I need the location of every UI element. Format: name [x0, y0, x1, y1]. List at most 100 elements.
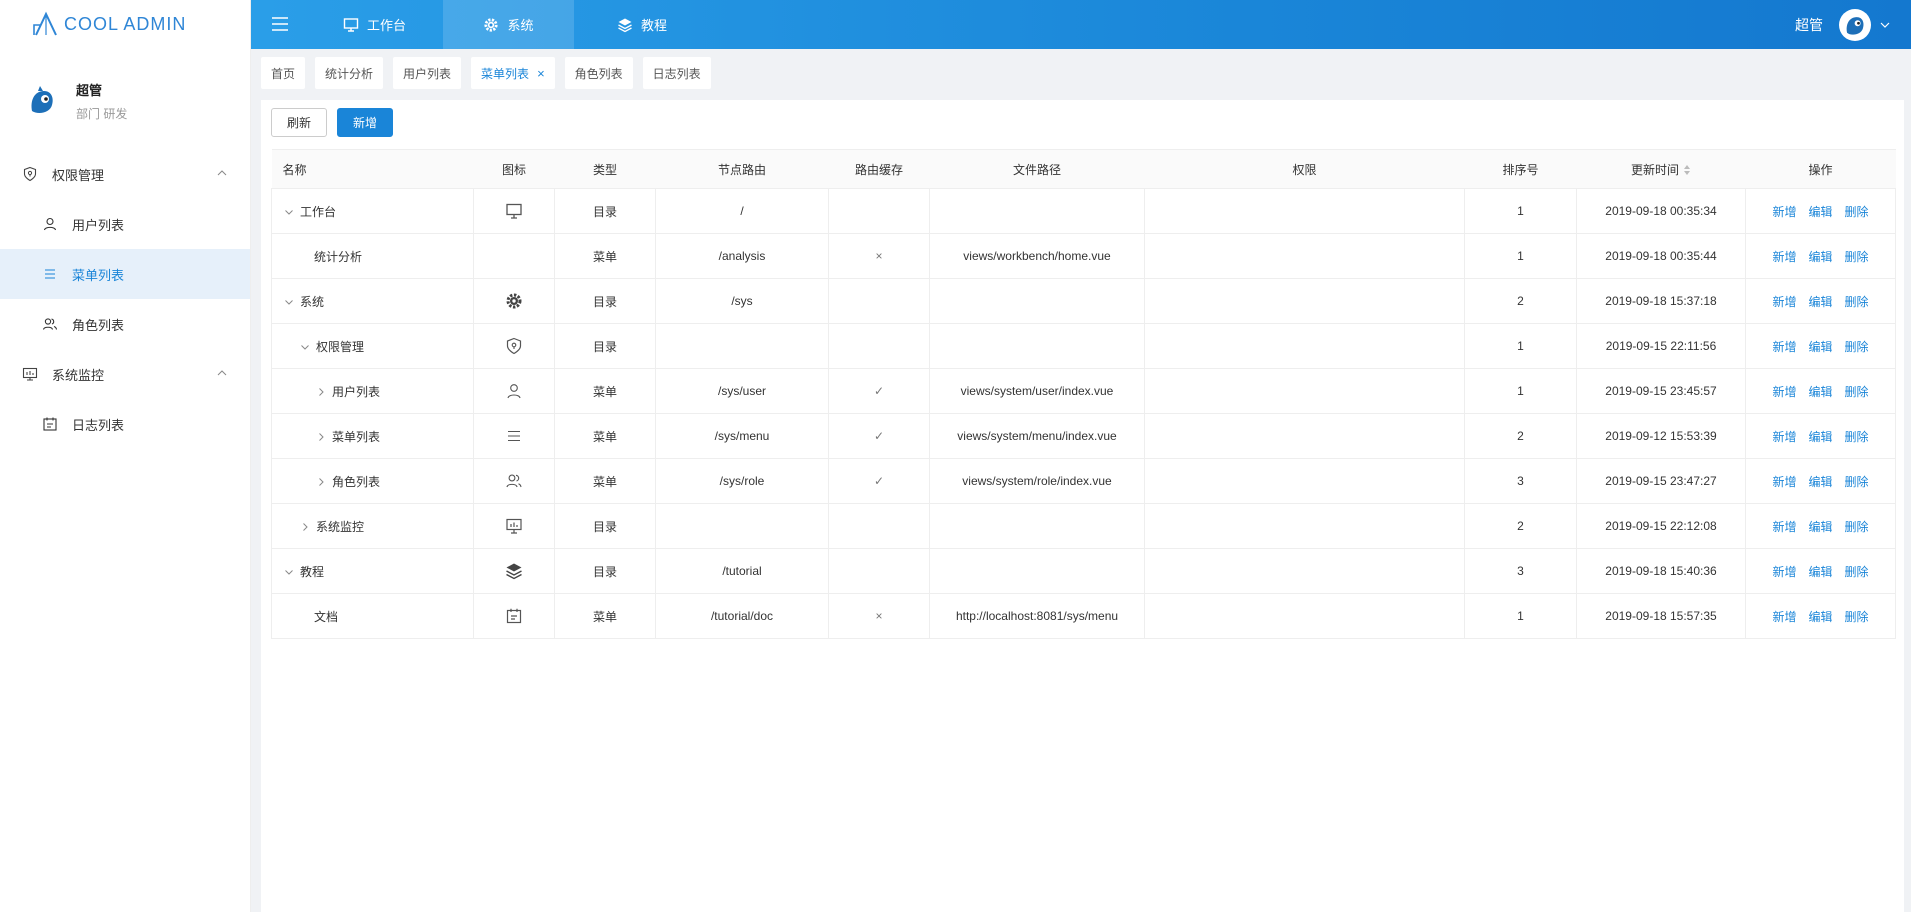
- cell-name: 权限管理: [271, 323, 474, 369]
- sidebar-item-user-list[interactable]: 用户列表: [0, 199, 250, 249]
- row-name: 文档: [314, 609, 339, 624]
- edit-link[interactable]: 编辑: [1808, 430, 1832, 444]
- delete-link[interactable]: 删除: [1845, 565, 1869, 579]
- chevron-down-icon[interactable]: [282, 205, 296, 219]
- cell-name: 系统: [271, 278, 474, 324]
- cell-time: 2019-09-15 23:47:27: [1576, 458, 1746, 504]
- add-link[interactable]: 新增: [1772, 430, 1796, 444]
- hamburger-icon[interactable]: [271, 16, 289, 32]
- add-link[interactable]: 新增: [1772, 565, 1796, 579]
- page-tab-menu-list[interactable]: 菜单列表 ×: [471, 57, 555, 89]
- add-link[interactable]: 新增: [1772, 610, 1796, 624]
- sidebar-group-monitor[interactable]: 系统监控: [0, 349, 250, 399]
- cell-time: 2019-09-15 22:12:08: [1576, 503, 1746, 549]
- delete-link[interactable]: 删除: [1845, 385, 1869, 399]
- sidebar-group-permission[interactable]: 权限管理: [0, 149, 250, 199]
- sort-icon[interactable]: [1683, 164, 1691, 176]
- edit-link[interactable]: 编辑: [1808, 250, 1832, 264]
- cell-time: 2019-09-18 15:57:35: [1576, 593, 1746, 639]
- sidebar-item-menu-list[interactable]: 菜单列表: [0, 249, 250, 299]
- delete-link[interactable]: 删除: [1845, 295, 1869, 309]
- monitor-chart-icon: [505, 518, 523, 534]
- delete-link[interactable]: 删除: [1845, 205, 1869, 219]
- edit-link[interactable]: 编辑: [1808, 565, 1832, 579]
- chevron-right-icon[interactable]: [314, 475, 328, 489]
- edit-link[interactable]: 编辑: [1808, 520, 1832, 534]
- cell-time: 2019-09-18 00:35:44: [1576, 233, 1746, 279]
- close-icon[interactable]: ×: [537, 66, 545, 81]
- refresh-button[interactable]: 刷新: [271, 108, 328, 137]
- calendar-icon: [505, 608, 523, 624]
- cell-route: [655, 503, 829, 549]
- edit-link[interactable]: 编辑: [1808, 340, 1832, 354]
- cell-type: 目录: [554, 503, 656, 549]
- page-tab-analysis[interactable]: 统计分析: [315, 57, 384, 89]
- page-tab-label: 用户列表: [403, 66, 452, 81]
- cell-route: /sys/role: [655, 458, 829, 504]
- add-link[interactable]: 新增: [1772, 250, 1796, 264]
- page-tab-log-list[interactable]: 日志列表: [642, 57, 711, 89]
- delete-link[interactable]: 删除: [1845, 610, 1869, 624]
- delete-link[interactable]: 删除: [1845, 250, 1869, 264]
- column-header-sortable[interactable]: 更新时间: [1576, 149, 1746, 189]
- cell-type: 菜单: [554, 458, 656, 504]
- cell-perm: [1144, 368, 1465, 414]
- cell-type: 目录: [554, 323, 656, 369]
- edit-link[interactable]: 编辑: [1808, 205, 1832, 219]
- chevron-right-icon[interactable]: [314, 385, 328, 399]
- avatar[interactable]: [24, 83, 60, 119]
- cell-path: [929, 278, 1145, 324]
- cell-icon: [473, 188, 555, 234]
- add-link[interactable]: 新增: [1772, 385, 1796, 399]
- page-tab-home[interactable]: 首页: [261, 57, 306, 89]
- top-tab-label: 工作台: [367, 18, 407, 33]
- chevron-right-icon[interactable]: [314, 430, 328, 444]
- cell-order: 1: [1464, 233, 1577, 279]
- cell-route: /: [655, 188, 829, 234]
- add-button[interactable]: 新增: [337, 108, 394, 137]
- logo[interactable]: COOL ADMIN: [0, 0, 250, 49]
- sidebar-item-log-list[interactable]: 日志列表: [0, 399, 250, 449]
- page-tabs: 首页 统计分析 用户列表 菜单列表 × 角色列表 日志列表: [261, 57, 721, 91]
- page-tab-label: 菜单列表: [481, 66, 530, 81]
- cell-order: 3: [1464, 548, 1577, 594]
- edit-link[interactable]: 编辑: [1808, 610, 1832, 624]
- add-link[interactable]: 新增: [1772, 475, 1796, 489]
- chevron-down-icon[interactable]: [282, 295, 296, 309]
- cell-perm: [1144, 278, 1465, 324]
- delete-link[interactable]: 删除: [1845, 475, 1869, 489]
- add-link[interactable]: 新增: [1772, 205, 1796, 219]
- row-name: 工作台: [300, 204, 337, 219]
- page-tab-user-list[interactable]: 用户列表: [393, 57, 462, 89]
- cell-path: views/system/user/index.vue: [929, 368, 1145, 414]
- top-tab-workbench[interactable]: 工作台: [323, 0, 426, 49]
- cell-route: /sys/menu: [655, 413, 829, 459]
- chevron-down-icon[interactable]: [282, 565, 296, 579]
- edit-link[interactable]: 编辑: [1808, 475, 1832, 489]
- top-tab-tutorial[interactable]: 教程: [597, 0, 687, 49]
- cell-actions: 新增 编辑 删除: [1745, 413, 1896, 459]
- add-link[interactable]: 新增: [1772, 340, 1796, 354]
- delete-link[interactable]: 删除: [1845, 340, 1869, 354]
- add-link[interactable]: 新增: [1772, 295, 1796, 309]
- delete-link[interactable]: 删除: [1845, 430, 1869, 444]
- monitor-chart-icon: [22, 366, 38, 382]
- gear-icon: [484, 17, 499, 32]
- user-menu[interactable]: 超管: [1795, 0, 1891, 49]
- chevron-down-icon[interactable]: [298, 340, 312, 354]
- cell-actions: 新增 编辑 删除: [1745, 458, 1896, 504]
- column-header: 路由缓存: [828, 149, 930, 189]
- sidebar-group-label: 系统监控: [52, 367, 105, 383]
- cell-path: [929, 323, 1145, 369]
- table-row: 系统监控 目录 2 2019-09-15 22:12:08 新增 编辑 删除: [271, 503, 1896, 549]
- row-name: 角色列表: [332, 474, 381, 489]
- delete-link[interactable]: 删除: [1845, 520, 1869, 534]
- top-tab-system[interactable]: 系统: [443, 0, 574, 49]
- edit-link[interactable]: 编辑: [1808, 385, 1832, 399]
- add-link[interactable]: 新增: [1772, 520, 1796, 534]
- table-row: 菜单列表 菜单/sys/menu ✓ views/system/menu/index.…: [271, 413, 1896, 459]
- edit-link[interactable]: 编辑: [1808, 295, 1832, 309]
- page-tab-role-list[interactable]: 角色列表: [564, 57, 633, 89]
- chevron-right-icon[interactable]: [298, 520, 312, 534]
- sidebar-item-role-list[interactable]: 角色列表: [0, 299, 250, 349]
